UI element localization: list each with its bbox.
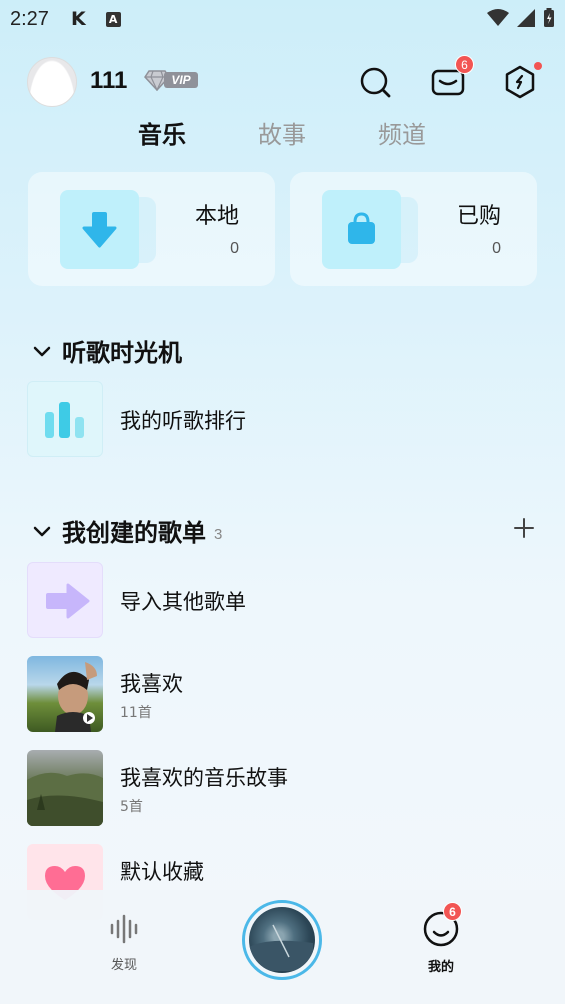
local-label: 本地 <box>194 204 239 229</box>
vip-badge[interactable]: VIP <box>144 70 198 91</box>
album-art <box>249 907 315 973</box>
status-time: 2:27 <box>10 7 49 30</box>
list-item-liked-stories[interactable]: 我喜欢的音乐故事 5首 <box>27 750 537 826</box>
mail-button[interactable]: 6 <box>428 55 474 102</box>
purchased-label: 已购 <box>456 204 501 229</box>
liked-stories-cover <box>27 750 103 826</box>
chevron-down-icon <box>33 526 51 536</box>
list-item-liked[interactable]: 我喜欢 11首 <box>27 656 537 732</box>
playlist-count: 3 <box>214 526 223 543</box>
favorites-title: 默认收藏 <box>120 860 204 884</box>
import-thumb <box>27 562 103 638</box>
local-count: 0 <box>230 240 239 257</box>
time-machine-title: 听歌时光机 <box>62 339 182 367</box>
nav-mine[interactable]: 我的 6 <box>419 902 463 975</box>
status-bar: 2:27 K A <box>0 0 565 38</box>
download-arrow-icon <box>82 212 117 248</box>
search-icon <box>360 67 391 98</box>
settings-button[interactable] <box>500 62 542 102</box>
wifi-icon <box>487 9 509 26</box>
purchased-count: 0 <box>492 240 501 257</box>
nav-mine-label: 我的 <box>427 960 454 975</box>
soundwave-icon <box>110 914 138 944</box>
liked-stories-count: 5首 <box>120 799 143 815</box>
username[interactable]: 111 <box>90 67 127 95</box>
k-app-icon: K <box>70 8 86 30</box>
liked-stories-title: 我喜欢的音乐故事 <box>120 766 288 790</box>
nav-discover-label: 发现 <box>110 958 137 973</box>
tab-channels[interactable]: 频道 <box>378 115 426 150</box>
search-button[interactable] <box>355 62 395 102</box>
my-playlists-title: 我创建的歌单 <box>62 519 206 547</box>
vip-label: VIP <box>164 72 198 88</box>
nav-discover[interactable]: 发现 <box>104 912 144 973</box>
profile-header: 111 VIP 6 <box>0 52 565 112</box>
signal-icon <box>517 9 535 27</box>
a-app-icon: A <box>105 11 121 27</box>
local-music-card[interactable]: 本地 0 <box>28 172 275 286</box>
ranking-title: 我的听歌排行 <box>120 409 246 433</box>
list-item-listening-ranking[interactable]: 我的听歌排行 <box>27 381 537 457</box>
tab-music[interactable]: 音乐 <box>138 115 186 150</box>
liked-title: 我喜欢 <box>120 672 183 696</box>
arrow-right-icon <box>46 583 90 619</box>
shopping-bag-icon <box>348 212 375 244</box>
mail-badge: 6 <box>455 55 474 74</box>
local-tile <box>60 190 139 269</box>
album-art-image <box>249 924 313 971</box>
purchased-card[interactable]: 已购 0 <box>290 172 537 286</box>
landscape-image <box>27 772 103 826</box>
avatar[interactable] <box>27 57 77 107</box>
tab-stories[interactable]: 故事 <box>258 115 306 150</box>
cover-art-image <box>55 662 97 732</box>
add-playlist-icon[interactable] <box>512 516 536 540</box>
my-playlists-section-header[interactable]: 我创建的歌单 3 <box>30 513 222 548</box>
bar-chart-icon <box>45 402 84 438</box>
mine-badge: 6 <box>443 902 462 921</box>
now-playing-disc[interactable] <box>242 900 322 980</box>
import-title: 导入其他歌单 <box>120 590 246 614</box>
ranking-thumb <box>27 381 103 457</box>
battery-icon <box>544 8 554 27</box>
settings-notification-dot <box>534 62 542 70</box>
liked-cover <box>27 656 103 732</box>
chevron-down-icon <box>33 346 51 356</box>
list-item-import-playlist[interactable]: 导入其他歌单 <box>27 562 537 638</box>
purchased-tile <box>322 190 401 269</box>
time-machine-section-header[interactable]: 听歌时光机 <box>30 333 182 368</box>
top-tabs: 音乐 故事 频道 <box>0 115 565 155</box>
liked-count: 11首 <box>120 705 152 721</box>
